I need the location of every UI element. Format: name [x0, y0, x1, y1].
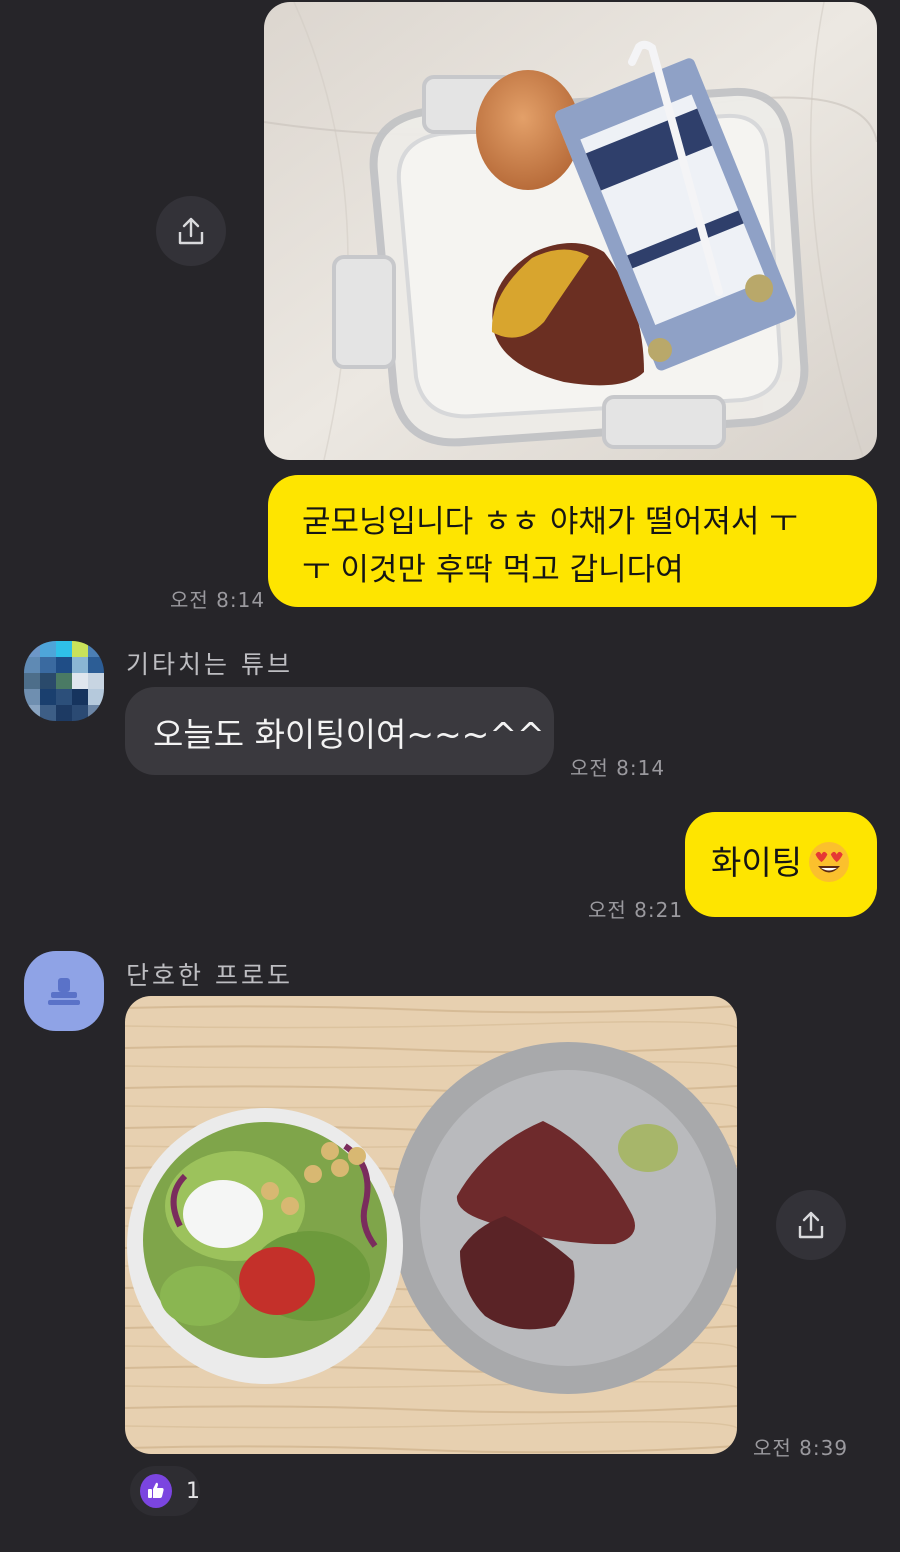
avatar[interactable]: [24, 641, 104, 721]
share-icon: [178, 217, 204, 245]
message-time: 오전 8:14: [170, 588, 266, 612]
photo-salad-steak[interactable]: [125, 996, 737, 1454]
message-text: 오늘도 화이팅이여~~~^^: [153, 715, 545, 754]
reaction-count: 1: [186, 1478, 200, 1504]
share-button[interactable]: [156, 196, 226, 266]
photo-breakfast[interactable]: [264, 2, 877, 460]
my-message-bubble[interactable]: 화이팅: [685, 812, 877, 917]
default-avatar[interactable]: [24, 951, 104, 1031]
message-time: 오전 8:39: [753, 1436, 849, 1460]
message-time: 오전 8:21: [588, 898, 684, 922]
sender-name: 단호한 프로도: [126, 961, 293, 990]
sender-name: 기타치는 튜브: [126, 650, 293, 679]
reaction-badge[interactable]: 1: [130, 1466, 200, 1516]
message-time: 오전 8:14: [570, 756, 666, 780]
message-text: 화이팅: [711, 843, 803, 882]
share-icon: [798, 1211, 824, 1239]
message-text-line: ㅜ 이것만 후딱 먹고 갑니다여: [302, 552, 684, 588]
other-message-bubble[interactable]: 오늘도 화이팅이여~~~^^: [125, 687, 554, 775]
my-message-bubble[interactable]: 굳모닝입니다 ㅎㅎ 야채가 떨어져서 ㅜ ㅜ 이것만 후딱 먹고 갑니다여: [268, 475, 877, 607]
heart-eyes-emoji: [809, 842, 850, 882]
share-button[interactable]: [776, 1190, 846, 1260]
message-text-line: 굳모닝입니다 ㅎㅎ 야채가 떨어져서 ㅜ: [302, 504, 798, 540]
thumbs-up-icon: [140, 1474, 172, 1508]
